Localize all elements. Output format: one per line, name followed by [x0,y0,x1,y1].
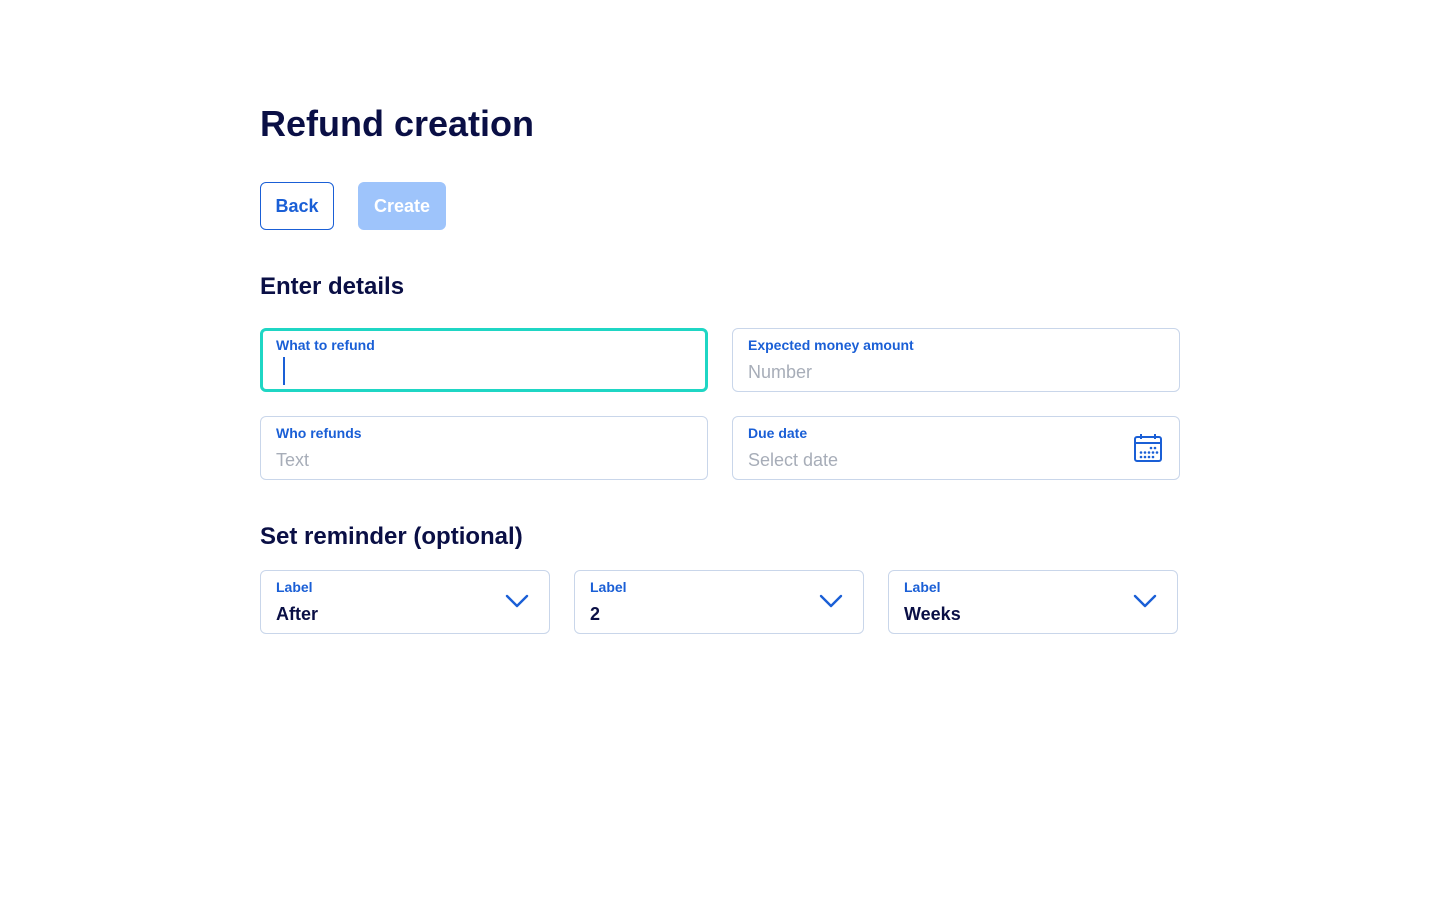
expected-money-amount-field[interactable]: Expected money amount Number [732,328,1180,392]
reminder-timing-value: After [276,604,319,624]
due-date-label: Due date [748,425,808,441]
due-date-field[interactable]: Due date Select date [732,416,1180,480]
reminder-count-value: 2 [590,604,601,624]
chevron-down-icon [819,594,843,608]
what-to-refund-field[interactable]: What to refund [260,328,708,392]
what-to-refund-label: What to refund [276,337,375,353]
reminder-unit-value: Weeks [904,604,961,624]
chevron-down-icon [1133,594,1157,608]
chevron-down-icon [505,594,529,608]
expected-money-amount-placeholder: Number [748,362,813,382]
who-refunds-placeholder: Text [276,450,310,470]
reminder-count-select[interactable]: Label 2 [574,570,864,634]
page-title: Refund creation [260,103,535,144]
text-cursor [283,357,285,385]
form-actions: Back Create [260,182,446,230]
back-button[interactable]: Back [260,182,334,230]
set-reminder-heading: Set reminder (optional) [260,523,523,550]
expected-money-amount-label: Expected money amount [748,337,914,353]
create-button[interactable]: Create [358,182,446,230]
due-date-placeholder: Select date [748,450,839,470]
reminder-unit-select[interactable]: Label Weeks [888,570,1178,634]
reminder-count-label: Label [590,579,627,595]
reminder-unit-label: Label [904,579,941,595]
reminder-timing-select[interactable]: Label After [260,570,550,634]
enter-details-heading: Enter details [260,273,405,300]
who-refunds-label: Who refunds [276,425,362,441]
calendar-icon[interactable] [1133,433,1163,463]
who-refunds-field[interactable]: Who refunds Text [260,416,708,480]
reminder-timing-label: Label [276,579,313,595]
